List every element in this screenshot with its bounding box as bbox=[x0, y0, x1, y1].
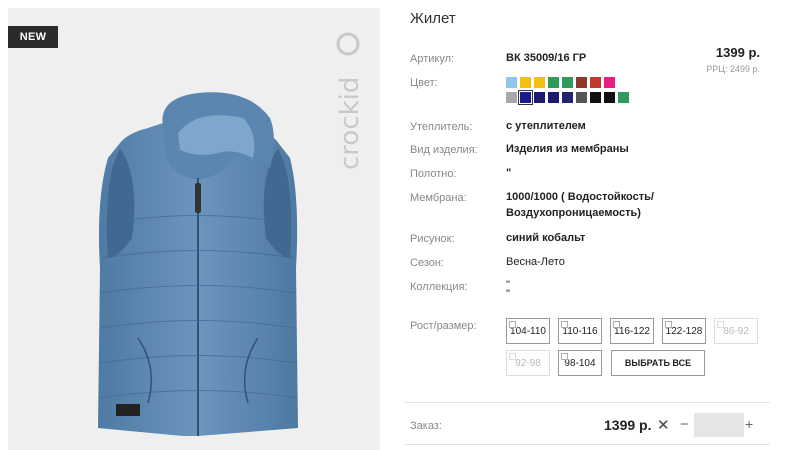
spec-label-type: Вид изделия: bbox=[410, 144, 478, 156]
spec-value-collection-line2: " bbox=[506, 288, 510, 300]
color-swatch[interactable] bbox=[548, 92, 559, 103]
color-swatch[interactable] bbox=[562, 77, 573, 88]
checkbox-icon bbox=[613, 321, 620, 328]
size-122-128[interactable]: 122-128 bbox=[662, 318, 706, 344]
size-104-110[interactable]: 104-110 bbox=[506, 318, 550, 344]
checkbox-icon bbox=[665, 321, 672, 328]
crockid-logo: crockid bbox=[335, 32, 365, 170]
product-title: Жилет bbox=[410, 10, 456, 27]
order-label: Заказ: bbox=[410, 420, 442, 432]
size-110-116[interactable]: 110-116 bbox=[558, 318, 602, 344]
color-swatch[interactable] bbox=[576, 77, 587, 88]
spec-value-fabric: " bbox=[506, 167, 512, 179]
size-98-104[interactable]: 98-104 bbox=[558, 350, 602, 376]
spec-label-collection: Коллекция: bbox=[410, 281, 468, 293]
quantity-input[interactable] bbox=[694, 413, 744, 437]
checkbox-icon bbox=[561, 321, 568, 328]
spec-value-pattern: синий кобальт bbox=[506, 232, 586, 244]
spec-label-membrane: Мембрана: bbox=[410, 192, 467, 204]
color-swatch[interactable] bbox=[604, 92, 615, 103]
decrease-quantity-button[interactable]: − bbox=[680, 416, 689, 433]
checkbox-icon bbox=[509, 353, 516, 360]
spec-value-membrane-line2: Воздухопроницаемость) bbox=[506, 207, 641, 219]
spec-label-color: Цвет: bbox=[410, 77, 438, 89]
color-swatch[interactable] bbox=[534, 92, 545, 103]
color-swatch[interactable] bbox=[590, 92, 601, 103]
size-92-98: 92-98 bbox=[506, 350, 550, 376]
spec-label-article: Артикул: bbox=[410, 53, 455, 65]
product-price: 1399 р. bbox=[715, 45, 760, 60]
select-all-button[interactable]: ВЫБРАТЬ ВСЕ bbox=[611, 350, 705, 376]
checkbox-icon bbox=[717, 321, 724, 328]
spec-value-membrane: 1000/1000 ( Водостойкость/ bbox=[506, 191, 654, 203]
spec-label-season: Сезон: bbox=[410, 257, 444, 269]
spec-label-size: Рост/размер: bbox=[410, 320, 477, 332]
spec-value-season: Весна-Лето bbox=[506, 256, 565, 268]
color-swatch[interactable] bbox=[604, 77, 615, 88]
rrp-price: РРЦ: 2499 р. bbox=[706, 64, 760, 74]
vest-image bbox=[98, 92, 298, 436]
divider-bottom bbox=[405, 444, 770, 445]
color-swatch[interactable] bbox=[534, 77, 545, 88]
color-swatch[interactable] bbox=[576, 92, 587, 103]
size-86-92: 86-92 bbox=[714, 318, 758, 344]
color-swatch[interactable] bbox=[518, 90, 533, 105]
color-swatch[interactable] bbox=[506, 77, 517, 88]
size-116-122[interactable]: 116-122 bbox=[610, 318, 654, 344]
product-photo[interactable]: NEW crockid bbox=[8, 8, 380, 450]
order-price: 1399 р. bbox=[604, 417, 652, 433]
spec-label-insulation: Утеплитель: bbox=[410, 121, 473, 133]
divider-top bbox=[405, 402, 770, 403]
spec-label-fabric: Полотно: bbox=[410, 168, 457, 180]
color-swatches bbox=[506, 77, 646, 107]
color-swatch[interactable] bbox=[618, 92, 629, 103]
spec-value-article: ВК 35009/16 ГР bbox=[506, 52, 587, 64]
svg-text:crockid: crockid bbox=[335, 77, 365, 170]
checkbox-icon bbox=[561, 353, 568, 360]
spec-value-insulation: с утеплителем bbox=[506, 120, 586, 132]
spec-value-type: Изделия из мембраны bbox=[506, 143, 629, 155]
color-swatch[interactable] bbox=[590, 77, 601, 88]
increase-quantity-button[interactable]: + bbox=[745, 416, 753, 432]
spec-label-pattern: Рисунок: bbox=[410, 233, 455, 245]
color-swatch[interactable] bbox=[548, 77, 559, 88]
checkbox-icon bbox=[509, 321, 516, 328]
color-swatch[interactable] bbox=[520, 77, 531, 88]
color-swatch[interactable] bbox=[506, 92, 517, 103]
color-swatch[interactable] bbox=[562, 92, 573, 103]
remove-icon[interactable]: ✕ bbox=[657, 416, 670, 434]
